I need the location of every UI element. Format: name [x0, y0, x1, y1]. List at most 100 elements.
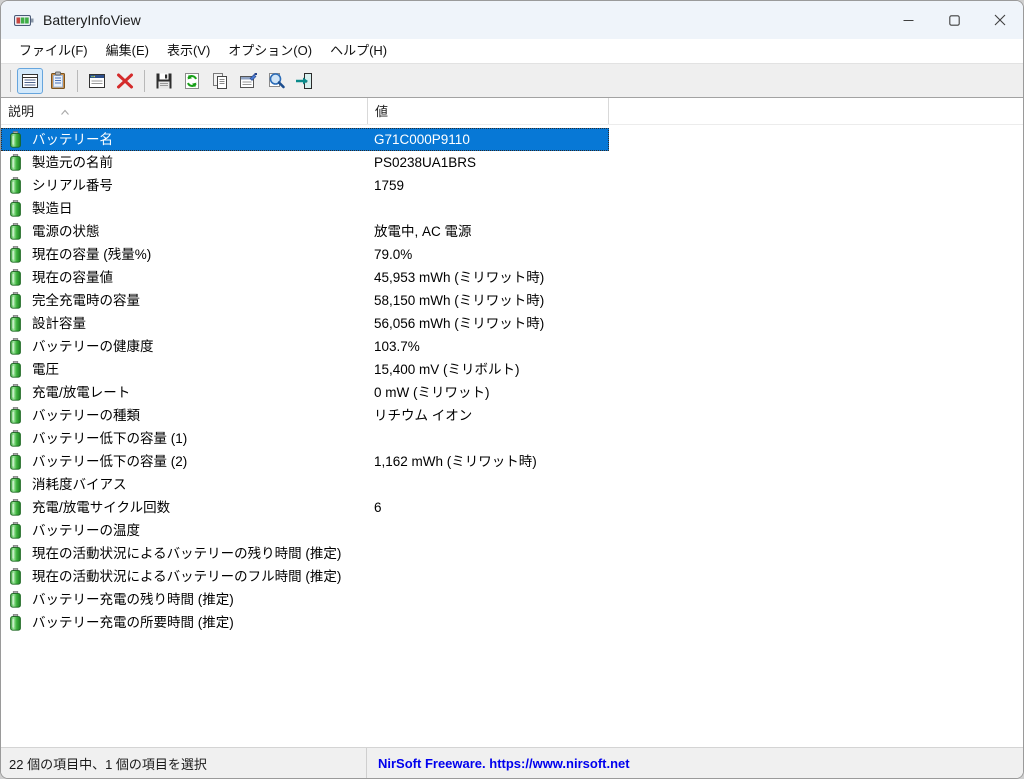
list-header: 説明 値 — [1, 98, 1023, 125]
row-description: 現在の活動状況によるバッテリーの残り時間 (推定) — [32, 546, 342, 561]
properties-button[interactable] — [235, 68, 261, 94]
table-row[interactable]: 電源の状態 放電中, AC 電源 — [1, 220, 1023, 243]
table-row[interactable]: バッテリー低下の容量 (1) — [1, 427, 1023, 450]
column-header-value[interactable]: 値 — [368, 98, 609, 124]
row-description: 充電/放電サイクル回数 — [32, 500, 171, 515]
table-row[interactable]: 製造元の名前 PS0238UA1BRS — [1, 151, 1023, 174]
table-row[interactable]: バッテリーの健康度 103.7% — [1, 335, 1023, 358]
row-value: 58,150 mWh (ミリワット時) — [374, 293, 545, 308]
row-description: バッテリー充電の残り時間 (推定) — [32, 592, 234, 607]
table-row[interactable]: 充電/放電サイクル回数 6 — [1, 496, 1023, 519]
close-button[interactable] — [977, 1, 1023, 39]
menu-file[interactable]: ファイル(F) — [10, 39, 97, 63]
row-value: 15,400 mV (ミリボルト) — [374, 362, 520, 377]
table-row[interactable]: 電圧 15,400 mV (ミリボルト) — [1, 358, 1023, 381]
exit-icon — [294, 71, 314, 91]
delete-button[interactable] — [112, 68, 138, 94]
table-row[interactable]: バッテリーの温度 — [1, 519, 1023, 542]
log-view-button[interactable] — [45, 68, 71, 94]
row-description: 現在の活動状況によるバッテリーのフル時間 (推定) — [32, 569, 342, 584]
row-description: 現在の容量値 — [32, 270, 113, 285]
row-description: 完全充電時の容量 — [32, 293, 140, 308]
table-row[interactable]: 消耗度バイアス — [1, 473, 1023, 496]
row-description: シリアル番号 — [32, 178, 113, 193]
row-description: 電圧 — [32, 362, 59, 377]
maximize-button[interactable] — [931, 1, 977, 39]
row-description: 現在の容量 (残量%) — [32, 247, 152, 262]
search-icon — [266, 71, 286, 91]
table-row[interactable]: バッテリー名 G71C000P9110 — [1, 128, 609, 151]
battery-row-icon — [10, 614, 21, 638]
table-row[interactable]: 完全充電時の容量 58,150 mWh (ミリワット時) — [1, 289, 1023, 312]
menubar: ファイル(F) 編集(E) 表示(V) オプション(O) ヘルプ(H) — [1, 39, 1023, 64]
app-window: BatteryInfoView ファイル(F) 編集(E) 表示(V) オプショ… — [0, 0, 1024, 779]
toolbar-separator — [144, 69, 145, 92]
report-window-button[interactable] — [84, 68, 110, 94]
row-value: 0 mW (ミリワット) — [374, 385, 490, 400]
menu-edit[interactable]: 編集(E) — [97, 39, 158, 63]
row-value: 45,953 mWh (ミリワット時) — [374, 270, 545, 285]
window-controls — [885, 1, 1023, 39]
row-description: バッテリー低下の容量 (1) — [32, 431, 188, 446]
column-header-filler — [609, 98, 1023, 124]
copy-button[interactable] — [207, 68, 233, 94]
statusbar: 22 個の項目中、1 個の項目を選択 NirSoft Freeware. htt… — [1, 747, 1023, 778]
menu-options[interactable]: オプション(O) — [219, 39, 321, 63]
nirsoft-link[interactable]: NirSoft Freeware. https://www.nirsoft.ne… — [367, 748, 1023, 778]
refresh-icon — [182, 71, 202, 91]
save-button[interactable] — [151, 68, 177, 94]
status-selection-text: 22 個の項目中、1 個の項目を選択 — [1, 748, 367, 778]
row-value: PS0238UA1BRS — [374, 155, 477, 170]
window-icon — [87, 71, 107, 91]
row-value: 103.7% — [374, 339, 420, 354]
row-description: 消耗度バイアス — [32, 477, 127, 492]
titlebar[interactable]: BatteryInfoView — [1, 1, 1023, 39]
column-header-description[interactable]: 説明 — [1, 98, 368, 124]
table-row[interactable]: バッテリー低下の容量 (2) 1,162 mWh (ミリワット時) — [1, 450, 1023, 473]
row-value: 56,056 mWh (ミリワット時) — [374, 316, 545, 331]
row-description: バッテリー充電の所要時間 (推定) — [32, 615, 234, 630]
delete-x-icon — [115, 71, 135, 91]
minimize-button[interactable] — [885, 1, 931, 39]
clipboard-icon — [48, 71, 68, 91]
save-icon — [154, 71, 174, 91]
exit-button[interactable] — [291, 68, 317, 94]
table-row[interactable]: 充電/放電レート 0 mW (ミリワット) — [1, 381, 1023, 404]
items-view-button[interactable] — [17, 67, 43, 94]
copy-icon — [210, 71, 230, 91]
window-title: BatteryInfoView — [43, 12, 141, 28]
row-value: 6 — [374, 500, 382, 515]
table-row[interactable]: 現在の容量 (残量%) 79.0% — [1, 243, 1023, 266]
table-row[interactable]: 現在の活動状況によるバッテリーの残り時間 (推定) — [1, 542, 1023, 565]
row-container: バッテリー名 G71C000P9110 製造元の名前 PS0238UA1BRS … — [1, 125, 1023, 634]
menu-view[interactable]: 表示(V) — [158, 39, 219, 63]
table-row[interactable]: 設計容量 56,056 mWh (ミリワット時) — [1, 312, 1023, 335]
row-value: 放電中, AC 電源 — [374, 224, 472, 239]
table-row[interactable]: 製造日 — [1, 197, 1023, 220]
row-description: バッテリーの種類 — [32, 408, 140, 423]
row-description: 充電/放電レート — [32, 385, 131, 400]
row-description: バッテリーの健康度 — [32, 339, 154, 354]
row-value: G71C000P9110 — [374, 132, 470, 147]
table-row[interactable]: バッテリー充電の所要時間 (推定) — [1, 611, 1023, 634]
find-button[interactable] — [263, 68, 289, 94]
row-description: バッテリー名 — [32, 132, 113, 147]
table-row[interactable]: バッテリーの種類 リチウム イオン — [1, 404, 1023, 427]
report-view-icon — [20, 71, 40, 91]
battery-info-list: 説明 値 バッテリー名 G71C000P9110 製造元の名前 PS0238UA… — [1, 98, 1023, 747]
sort-ascending-icon — [60, 98, 70, 125]
refresh-button[interactable] — [179, 68, 205, 94]
row-description: 製造元の名前 — [32, 155, 113, 170]
column-header-description-label: 説明 — [8, 103, 35, 119]
app-battery-icon — [14, 13, 34, 28]
table-row[interactable]: 現在の活動状況によるバッテリーのフル時間 (推定) — [1, 565, 1023, 588]
row-description: 電源の状態 — [32, 224, 100, 239]
row-description: 設計容量 — [32, 316, 86, 331]
column-header-value-label: 値 — [375, 103, 389, 119]
properties-icon — [238, 71, 258, 91]
menu-help[interactable]: ヘルプ(H) — [321, 39, 396, 63]
toolbar — [1, 64, 1023, 98]
table-row[interactable]: バッテリー充電の残り時間 (推定) — [1, 588, 1023, 611]
table-row[interactable]: 現在の容量値 45,953 mWh (ミリワット時) — [1, 266, 1023, 289]
table-row[interactable]: シリアル番号 1759 — [1, 174, 1023, 197]
